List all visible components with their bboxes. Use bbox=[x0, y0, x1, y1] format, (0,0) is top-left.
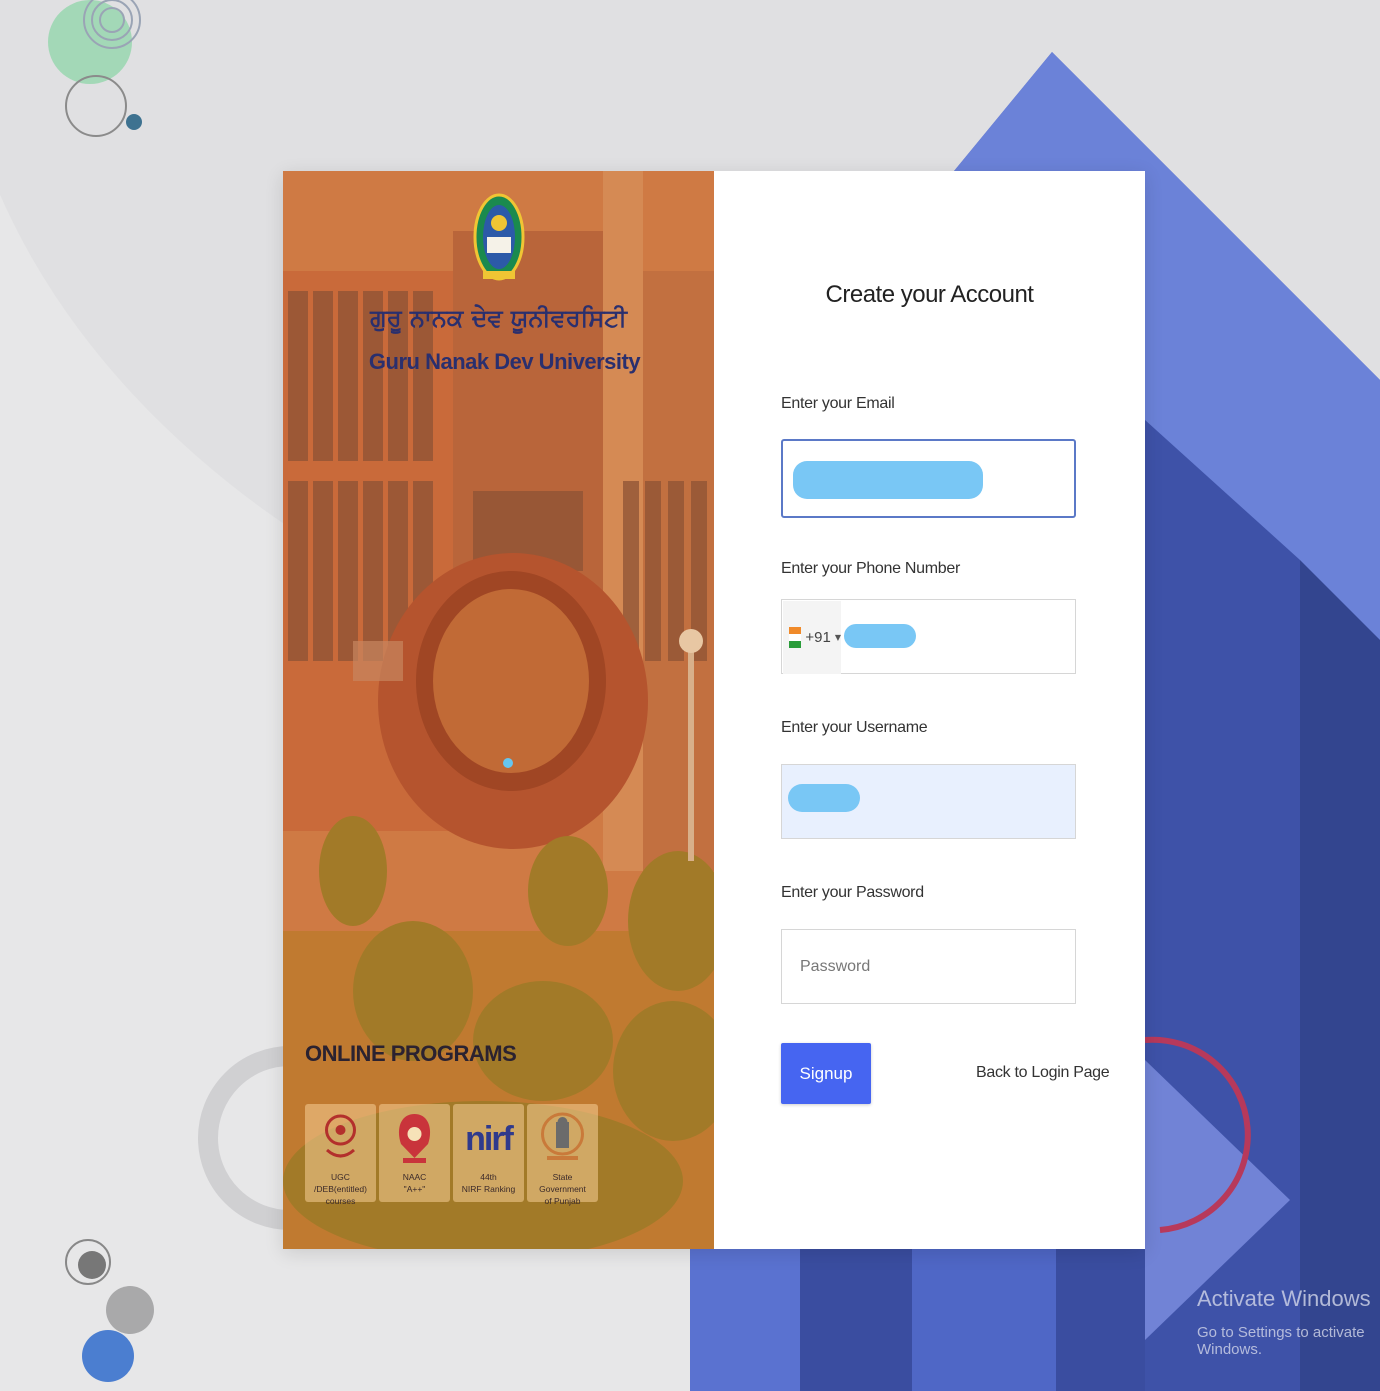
phone-label: Enter your Phone Number bbox=[781, 560, 960, 577]
ugc-logo-icon bbox=[325, 1114, 356, 1158]
university-name-gurmukhi: ਗੁਰੂ ਨਾਨਕ ਦੇਵ ਯੂਨੀਵਰਸਿਟੀ bbox=[370, 304, 627, 332]
university-seal-icon bbox=[283, 193, 714, 299]
signup-form-panel: Create your Account Enter your Email Ent… bbox=[714, 171, 1145, 1249]
windows-activation-title: Activate Windows bbox=[1197, 1286, 1371, 1311]
online-programs-heading: ONLINE PROGRAMS bbox=[305, 1041, 517, 1066]
username-field-wrapper bbox=[781, 764, 1076, 839]
punjab-badge: State Government of Punjab bbox=[527, 1104, 598, 1206]
username-label: Enter your Username bbox=[781, 719, 928, 736]
accreditation-badges: UGC/DEB(entitled) courses NAAC "A++" nirf… bbox=[305, 1104, 598, 1206]
naac-logo-icon bbox=[398, 1114, 431, 1163]
country-code: +91 bbox=[805, 629, 831, 646]
redacted-email bbox=[793, 461, 983, 499]
redacted-phone bbox=[844, 624, 916, 648]
ugc-badge: UGC/DEB(entitled) courses bbox=[305, 1104, 376, 1206]
university-name: Guru Nanak Dev University bbox=[368, 349, 641, 374]
signup-button[interactable]: Signup bbox=[781, 1043, 871, 1104]
phone-field-wrapper: +91 ▼ bbox=[781, 599, 1076, 674]
nirf-badge: nirf 44th NIRF Ranking bbox=[453, 1104, 524, 1202]
campus-image-panel: ਗੁਰੂ ਨਾਨਕ ਦੇਵ ਯੂਨੀਵਰਸਿਟੀ Guru Nanak Dev … bbox=[283, 171, 714, 1249]
chevron-down-icon: ▼ bbox=[834, 633, 841, 642]
windows-activation-subtitle: Go to Settings to activate Windows. bbox=[1197, 1324, 1365, 1358]
redacted-username bbox=[788, 784, 860, 812]
email-label: Enter your Email bbox=[781, 395, 895, 412]
back-to-login-link[interactable]: Back to Login Page bbox=[976, 1064, 1110, 1082]
india-flag-icon bbox=[789, 627, 802, 648]
password-input[interactable] bbox=[782, 930, 1075, 1003]
form-title: Create your Account bbox=[825, 281, 1034, 308]
country-code-selector[interactable]: +91 ▼ bbox=[783, 601, 841, 674]
naac-badge: NAAC "A++" bbox=[379, 1104, 450, 1202]
email-field-wrapper bbox=[781, 439, 1076, 518]
signup-card: ਗੁਰੂ ਨਾਨਕ ਦੇਵ ਯੂਨੀਵਰਸਿਟੀ Guru Nanak Dev … bbox=[283, 171, 1145, 1249]
password-label: Enter your Password bbox=[781, 884, 924, 901]
punjab-emblem-icon bbox=[541, 1112, 584, 1160]
nirf-logo-icon: nirf bbox=[465, 1120, 514, 1158]
campus-photo bbox=[283, 171, 714, 1249]
password-field-wrapper bbox=[781, 929, 1076, 1004]
